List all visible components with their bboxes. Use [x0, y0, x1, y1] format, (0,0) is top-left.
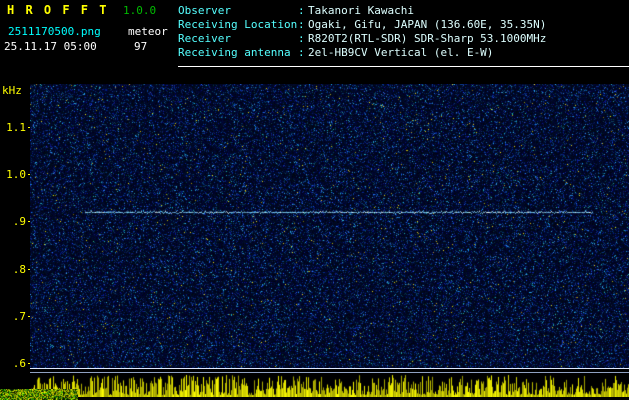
info-label: Receiving antenna — [178, 46, 298, 60]
freq-label: .9 — [0, 215, 26, 228]
info-value: Takanori Kawachi — [308, 4, 414, 18]
echo-count: 97 — [134, 40, 147, 53]
station-info: Observer : Takanori Kawachi Receiving Lo… — [178, 4, 628, 60]
spectrogram-canvas — [30, 84, 629, 368]
freq-label: 1.1 — [0, 121, 26, 134]
header-divider-line — [178, 66, 629, 67]
freq-label: .8 — [0, 263, 26, 276]
info-separator: : — [298, 32, 308, 46]
info-label: Observer — [178, 4, 298, 18]
info-value: Ogaki, Gifu, JAPAN (136.60E, 35.35N) — [308, 18, 546, 32]
freq-label: .6 — [0, 357, 26, 370]
info-label: Receiving Location — [178, 18, 298, 32]
app-title: H R O F F T — [7, 3, 108, 17]
freq-label: 1.0 — [0, 168, 26, 181]
info-row-observer: Observer : Takanori Kawachi — [178, 4, 628, 18]
app-version: 1.0.0 — [123, 4, 156, 17]
info-separator: : — [298, 46, 308, 60]
output-filename: 2511170500.png — [8, 25, 101, 38]
mode-label: meteor — [128, 25, 168, 38]
info-value: 2el-HB9CV Vertical (el. E-W) — [308, 46, 493, 60]
corner-noise-canvas — [0, 389, 78, 400]
freq-axis-unit: kHz — [2, 84, 22, 97]
observation-timestamp: 25.11.17 05:00 — [4, 40, 97, 53]
info-row-location: Receiving Location : Ogaki, Gifu, JAPAN … — [178, 18, 628, 32]
freq-label: .7 — [0, 310, 26, 323]
info-value: R820T2(RTL-SDR) SDR-Sharp 53.1000MHz — [308, 32, 546, 46]
info-row-antenna: Receiving antenna : 2el-HB9CV Vertical (… — [178, 46, 628, 60]
info-row-receiver: Receiver : R820T2(RTL-SDR) SDR-Sharp 53.… — [178, 32, 628, 46]
info-separator: : — [298, 18, 308, 32]
hrofft-app: H R O F F T 1.0.0 2511170500.png meteor … — [0, 0, 629, 400]
info-separator: : — [298, 4, 308, 18]
signal-level-strip-canvas — [30, 374, 629, 397]
level-strip-lower-line — [30, 372, 629, 373]
level-strip-upper-line — [30, 368, 629, 369]
info-label: Receiver — [178, 32, 298, 46]
